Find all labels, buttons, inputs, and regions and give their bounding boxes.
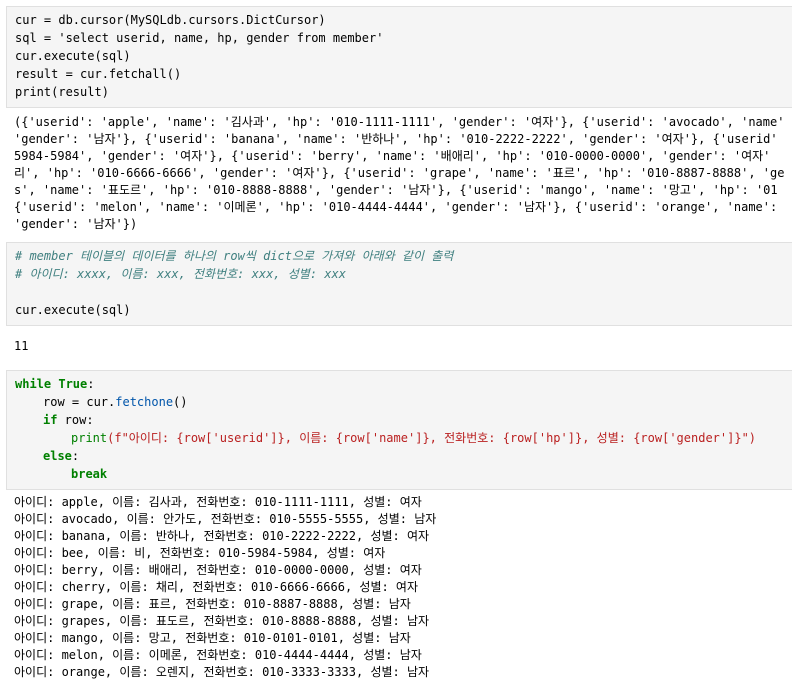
code-cell-execute[interactable]: # member 테이블의 데이터를 하나의 row씩 dict으로 가져와 아… (6, 242, 792, 326)
code-line: break (71, 467, 108, 481)
output-fetchall: ({'userid': 'apple', 'name': '김사과', 'hp'… (0, 112, 792, 236)
output-line: 아이디: banana, 이름: 반하나, 전화번호: 010-2222-222… (14, 529, 430, 543)
output-value: 11 (14, 339, 29, 353)
output-line: 아이디: berry, 이름: 배애리, 전화번호: 010-0000-0000… (14, 563, 422, 577)
output-line: 아이디: mango, 이름: 망고, 전화번호: 010-0101-0101,… (14, 631, 411, 645)
code-line: cur = db.cursor(MySQLdb.cursors.DictCurs… (15, 13, 326, 27)
code-comment: # member 테이블의 데이터를 하나의 row씩 dict으로 가져와 아… (15, 249, 454, 263)
output-line: {'userid': 'melon', 'name': '이메론', 'hp':… (14, 200, 778, 214)
code-cell-while-loop[interactable]: while True: row = cur.fetchone() if row:… (6, 370, 792, 490)
output-line: 'gender': '남자'}, {'userid': 'banana', 'n… (14, 132, 778, 146)
output-line: s', 'name': '표도르', 'hp': '010-8888-8888'… (14, 183, 778, 197)
output-line: 아이디: melon, 이름: 이메론, 전화번호: 010-4444-4444… (14, 648, 422, 662)
code-line: sql = 'select userid, name, hp, gender f… (15, 31, 384, 45)
code-line: while True: (15, 377, 95, 391)
output-line: 'gender': '남자'}) (14, 217, 138, 231)
code-cell-fetchall[interactable]: cur = db.cursor(MySQLdb.cursors.DictCurs… (6, 6, 792, 108)
output-line: 아이디: grapes, 이름: 표도르, 전화번호: 010-8888-888… (14, 614, 430, 628)
code-line: row = cur.fetchone() (43, 395, 188, 409)
code-line: result = cur.fetchall() (15, 67, 182, 81)
output-line: 리', 'hp': '010-6666-6666', 'gender': '여자… (14, 166, 785, 180)
output-while-loop: 아이디: apple, 이름: 김사과, 전화번호: 010-1111-1111… (0, 492, 792, 684)
code-line: else: (43, 449, 80, 463)
output-line: ({'userid': 'apple', 'name': '김사과', 'hp'… (14, 115, 785, 129)
code-line: cur.execute(sql) (15, 303, 131, 317)
output-line: 아이디: bee, 이름: 비, 전화번호: 010-5984-5984, 성별… (14, 546, 386, 560)
code-line: cur.execute(sql) (15, 49, 131, 63)
output-execute: 11 (0, 336, 792, 360)
output-line: 5984-5984', 'gender': '여자'}, {'userid': … (14, 149, 771, 163)
output-line: 아이디: avocado, 이름: 안가도, 전화번호: 010-5555-55… (14, 512, 437, 526)
code-comment: # 아이디: xxxx, 이름: xxx, 전화번호: xxx, 성별: xxx (15, 267, 346, 281)
output-line: 아이디: grape, 이름: 표르, 전화번호: 010-8887-8888,… (14, 597, 411, 611)
code-line: print(result) (15, 85, 109, 99)
output-line: 아이디: apple, 이름: 김사과, 전화번호: 010-1111-1111… (14, 495, 422, 509)
code-line: print(f"아이디: {row['userid']}, 이름: {row['… (71, 431, 757, 445)
output-line: 아이디: cherry, 이름: 채리, 전화번호: 010-6666-6666… (14, 580, 419, 594)
code-line: if row: (43, 413, 94, 427)
output-line: 아이디: orange, 이름: 오렌지, 전화번호: 010-3333-333… (14, 665, 430, 679)
